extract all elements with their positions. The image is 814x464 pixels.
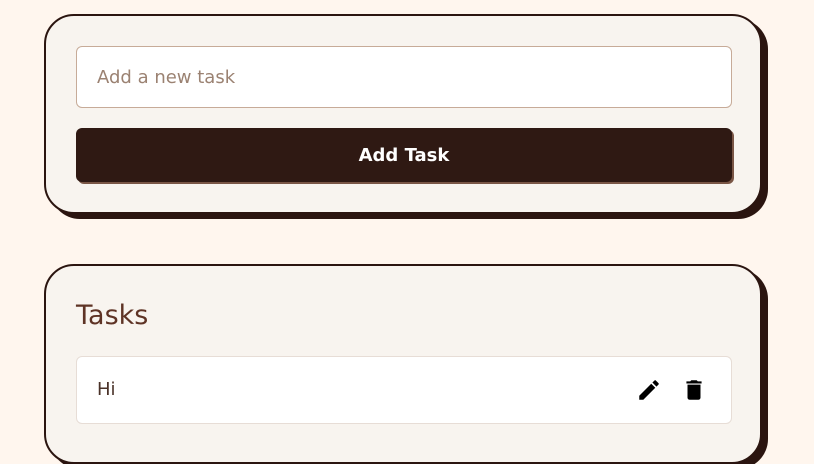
add-task-card: Add Task (44, 14, 762, 214)
task-text: Hi (97, 379, 116, 400)
task-list-item: Hi (76, 356, 732, 424)
trash-icon (686, 380, 702, 400)
task-list-card: Tasks Hi (44, 264, 762, 464)
new-task-input[interactable] (76, 46, 732, 108)
task-list-title: Tasks (76, 300, 149, 331)
edit-task-button[interactable] (636, 377, 662, 403)
pencil-icon (639, 380, 659, 400)
delete-task-button[interactable] (681, 377, 707, 403)
add-task-button[interactable]: Add Task (76, 128, 732, 182)
